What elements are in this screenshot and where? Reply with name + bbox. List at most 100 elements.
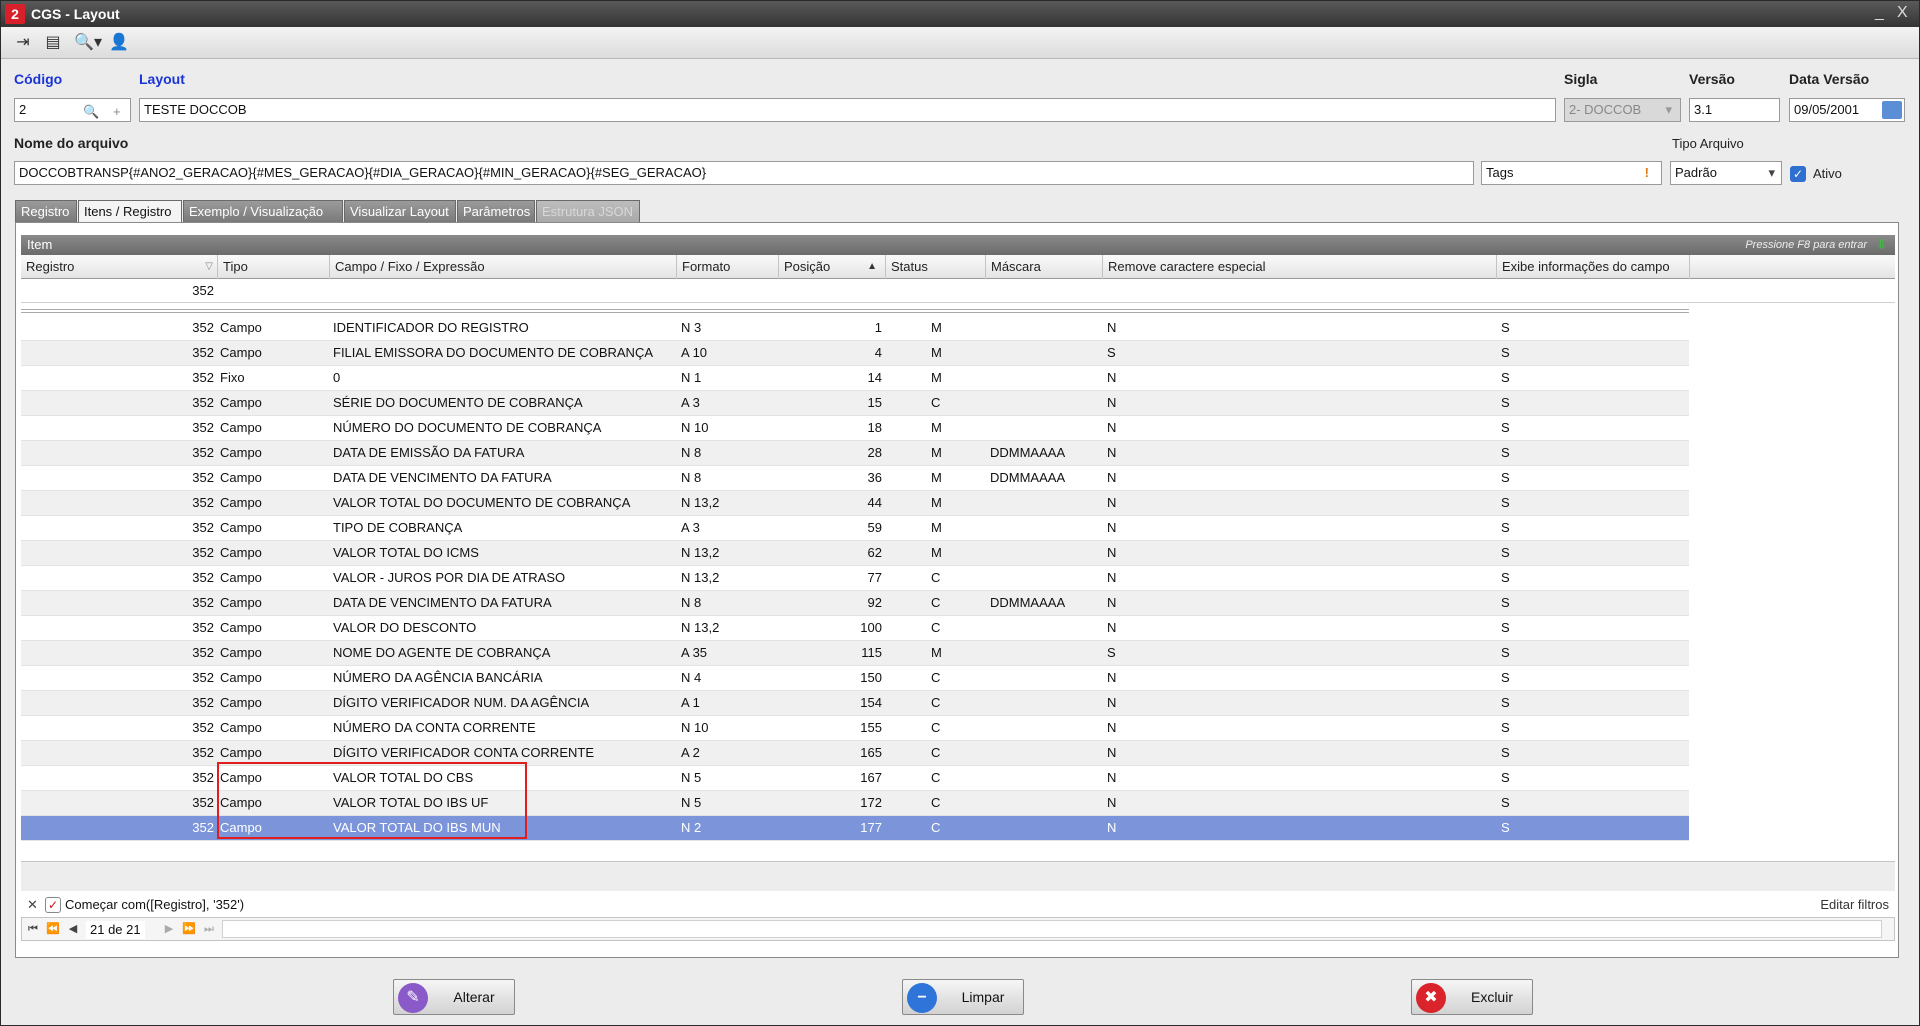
tipo-arquivo-select[interactable]: Padrão ▾ xyxy=(1670,161,1782,185)
table-row[interactable]: 352 Campo VALOR TOTAL DO ICMS N 13,2 62 M N S xyxy=(21,541,1689,566)
tab-registro[interactable]: Registro xyxy=(15,200,77,223)
plus-icon[interactable]: + xyxy=(113,101,121,121)
grid-footer xyxy=(21,861,1895,891)
codigo-input[interactable]: 2 🔍 + xyxy=(14,98,131,122)
filter-icon[interactable]: ▽ xyxy=(205,255,213,278)
minimize-button[interactable]: _ xyxy=(1875,4,1884,22)
prev-record-icon[interactable]: ◀ xyxy=(64,920,82,938)
last-record-icon[interactable]: ⏭ xyxy=(200,920,218,938)
table-row[interactable]: 352 Campo NÚMERO DO DOCUMENTO DE COBRANÇA N… xyxy=(21,416,1689,441)
filter-enabled-checkbox[interactable]: ✓ xyxy=(45,897,61,913)
horizontal-scrollbar[interactable] xyxy=(222,920,1882,938)
tab-exemplo-visualizacao[interactable]: Exemplo / Visualização xyxy=(183,200,343,223)
cell-posicao: 14 xyxy=(867,370,882,385)
col-tipo[interactable]: Tipo xyxy=(218,255,330,279)
tags-input[interactable]: Tags ! xyxy=(1481,161,1662,185)
cell-status: C xyxy=(931,695,941,710)
col-campo[interactable]: Campo / Fixo / Expressão xyxy=(330,255,677,279)
col-mascara[interactable]: Máscara xyxy=(986,255,1103,279)
tab-visualizar-layout[interactable]: Visualizar Layout xyxy=(344,200,456,223)
table-row[interactable]: 352 Campo VALOR TOTAL DO CBS N 5 167 C N S xyxy=(21,766,1689,791)
prev-page-icon[interactable]: ⏪ xyxy=(44,920,62,938)
col-posicao[interactable]: Posição ▲ xyxy=(779,255,886,279)
excluir-button[interactable]: ✖ Excluir xyxy=(1411,979,1533,1015)
user-icon[interactable]: 👤 xyxy=(107,32,131,54)
sigla-label: Sigla xyxy=(1564,71,1598,87)
cell-campo: 0 xyxy=(333,370,341,385)
auto-filter-row[interactable]: 352 xyxy=(21,279,1895,303)
limpar-button[interactable]: − Limpar xyxy=(902,979,1024,1015)
cell-mascara xyxy=(990,666,1100,691)
alterar-button[interactable]: ✎ Alterar xyxy=(393,979,515,1015)
cell-posicao: 154 xyxy=(860,695,882,710)
table-row[interactable]: 352 Campo IDENTIFICADOR DO REGISTRO N 3 1 M N S xyxy=(21,316,1689,341)
cell-formato: N 8 xyxy=(681,445,702,460)
layout-input[interactable]: TESTE DOCCOB xyxy=(139,98,1556,122)
table-row[interactable]: 352 Campo SÉRIE DO DOCUMENTO DE COBRANÇA A … xyxy=(21,391,1689,416)
cell-registro: 352 xyxy=(192,320,214,335)
table-row[interactable]: 352 Campo NÚMERO DA CONTA CORRENTE N 10 155 C… xyxy=(21,716,1689,741)
table-row[interactable]: 352 Campo VALOR - JUROS POR DIA DE ATRASO N… xyxy=(21,566,1689,591)
tab-itens-registro[interactable]: Itens / Registro xyxy=(78,200,182,223)
cell-formato: N 4 xyxy=(681,670,702,685)
cell-status: M xyxy=(931,345,942,360)
cell-campo: VALOR DO DESCONTO xyxy=(333,620,477,635)
table-row[interactable]: 352 Campo DATA DE VENCIMENTO DA FATURA N 8 3… xyxy=(21,466,1689,491)
cell-tipo: Campo xyxy=(220,670,262,685)
cell-tipo: Campo xyxy=(220,720,262,735)
search-icon[interactable]: 🔍 xyxy=(83,101,99,121)
col-status[interactable]: Status xyxy=(886,255,986,279)
table-row[interactable]: 352 Campo FILIAL EMISSORA DO DOCUMENTO DE … xyxy=(21,341,1689,366)
data-versao-input[interactable]: 09/05/2001 xyxy=(1789,98,1905,122)
table-row[interactable]: 352 Fixo 0 N 1 14 M N S xyxy=(21,366,1689,391)
table-row[interactable]: 352 Campo VALOR TOTAL DO DOCUMENTO DE COBR… xyxy=(21,491,1689,516)
close-button[interactable]: X xyxy=(1897,4,1908,22)
cell-mascara xyxy=(990,791,1100,816)
table-row[interactable]: 352 Campo NOME DO AGENTE DE COBRANÇA A 35 11… xyxy=(21,641,1689,666)
cell-remove: N xyxy=(1107,720,1117,735)
tab-parametros[interactable]: Parâmetros xyxy=(457,200,535,223)
arrow-down-icon[interactable]: ⇩ xyxy=(1876,235,1887,255)
cell-tipo: Campo xyxy=(220,520,262,535)
table-row[interactable]: 352 Campo DATA DE VENCIMENTO DA FATURA N 8 9… xyxy=(21,591,1689,616)
table-row[interactable]: 352 Campo NÚMERO DA AGÊNCIA BANCÁRIA N 4 150… xyxy=(21,666,1689,691)
cell-posicao: 1 xyxy=(874,320,882,335)
edit-filters-link[interactable]: Editar filtros xyxy=(1820,893,1889,917)
ativo-checkbox[interactable]: ✓ xyxy=(1790,166,1806,182)
sigla-value: 2- DOCCOB xyxy=(1569,102,1642,117)
search-dropdown-icon[interactable]: 🔍▾ xyxy=(71,32,105,54)
col-exibe-informacoes[interactable]: Exibe informações do campo xyxy=(1497,255,1690,279)
clear-filter-icon[interactable]: ✕ xyxy=(27,893,38,917)
next-page-icon[interactable]: ⏩ xyxy=(180,920,198,938)
cell-campo: VALOR TOTAL DO IBS MUN xyxy=(333,820,501,835)
cell-exibe: S xyxy=(1501,820,1510,835)
next-record-icon[interactable]: ▶ xyxy=(160,920,178,938)
nome-arquivo-input[interactable]: DOCCOBTRANSP{#ANO2_GERACAO}{#MES_GERACAO… xyxy=(14,161,1474,185)
table-row[interactable]: 352 Campo VALOR TOTAL DO IBS UF N 5 172 C N S xyxy=(21,791,1689,816)
cell-formato: N 13,2 xyxy=(681,545,720,560)
col-formato[interactable]: Formato xyxy=(677,255,779,279)
exit-icon[interactable]: ⇥ xyxy=(11,32,35,54)
col-registro[interactable]: Registro ▽ xyxy=(21,255,218,279)
first-record-icon[interactable]: ⏮ xyxy=(24,920,42,938)
card-icon[interactable]: ▤ xyxy=(41,32,65,54)
cell-registro: 352 xyxy=(192,620,214,635)
cell-status: C xyxy=(931,670,941,685)
calendar-icon[interactable] xyxy=(1882,101,1902,119)
registro-filter-value[interactable]: 352 xyxy=(21,279,218,303)
table-row[interactable]: 352 Campo TIPO DE COBRANÇA A 3 59 M N S xyxy=(21,516,1689,541)
cell-remove: N xyxy=(1107,320,1117,335)
cell-formato: N 13,2 xyxy=(681,620,720,635)
cell-posicao: 172 xyxy=(860,795,882,810)
cell-posicao: 15 xyxy=(867,395,882,410)
table-row[interactable]: 352 Campo DÍGITO VERIFICADOR NUM. DA AGÊNC… xyxy=(21,691,1689,716)
cell-tipo: Campo xyxy=(220,320,262,335)
codigo-value: 2 xyxy=(19,102,27,117)
col-remove-caractere[interactable]: Remove caractere especial xyxy=(1103,255,1497,279)
table-row[interactable]: 352 Campo VALOR DO DESCONTO N 13,2 100 C N S xyxy=(21,616,1689,641)
excluir-label: Excluir xyxy=(1470,989,1513,1005)
table-row[interactable]: 352 Campo DATA DE EMISSÃO DA FATURA N 8 28 M D… xyxy=(21,441,1689,466)
table-row[interactable]: 352 Campo VALOR TOTAL DO IBS MUN N 2 177 C N S xyxy=(21,816,1689,841)
versao-input[interactable]: 3.1 xyxy=(1689,98,1780,122)
table-row[interactable]: 352 Campo DÍGITO VERIFICADOR CONTA CORRENT… xyxy=(21,741,1689,766)
